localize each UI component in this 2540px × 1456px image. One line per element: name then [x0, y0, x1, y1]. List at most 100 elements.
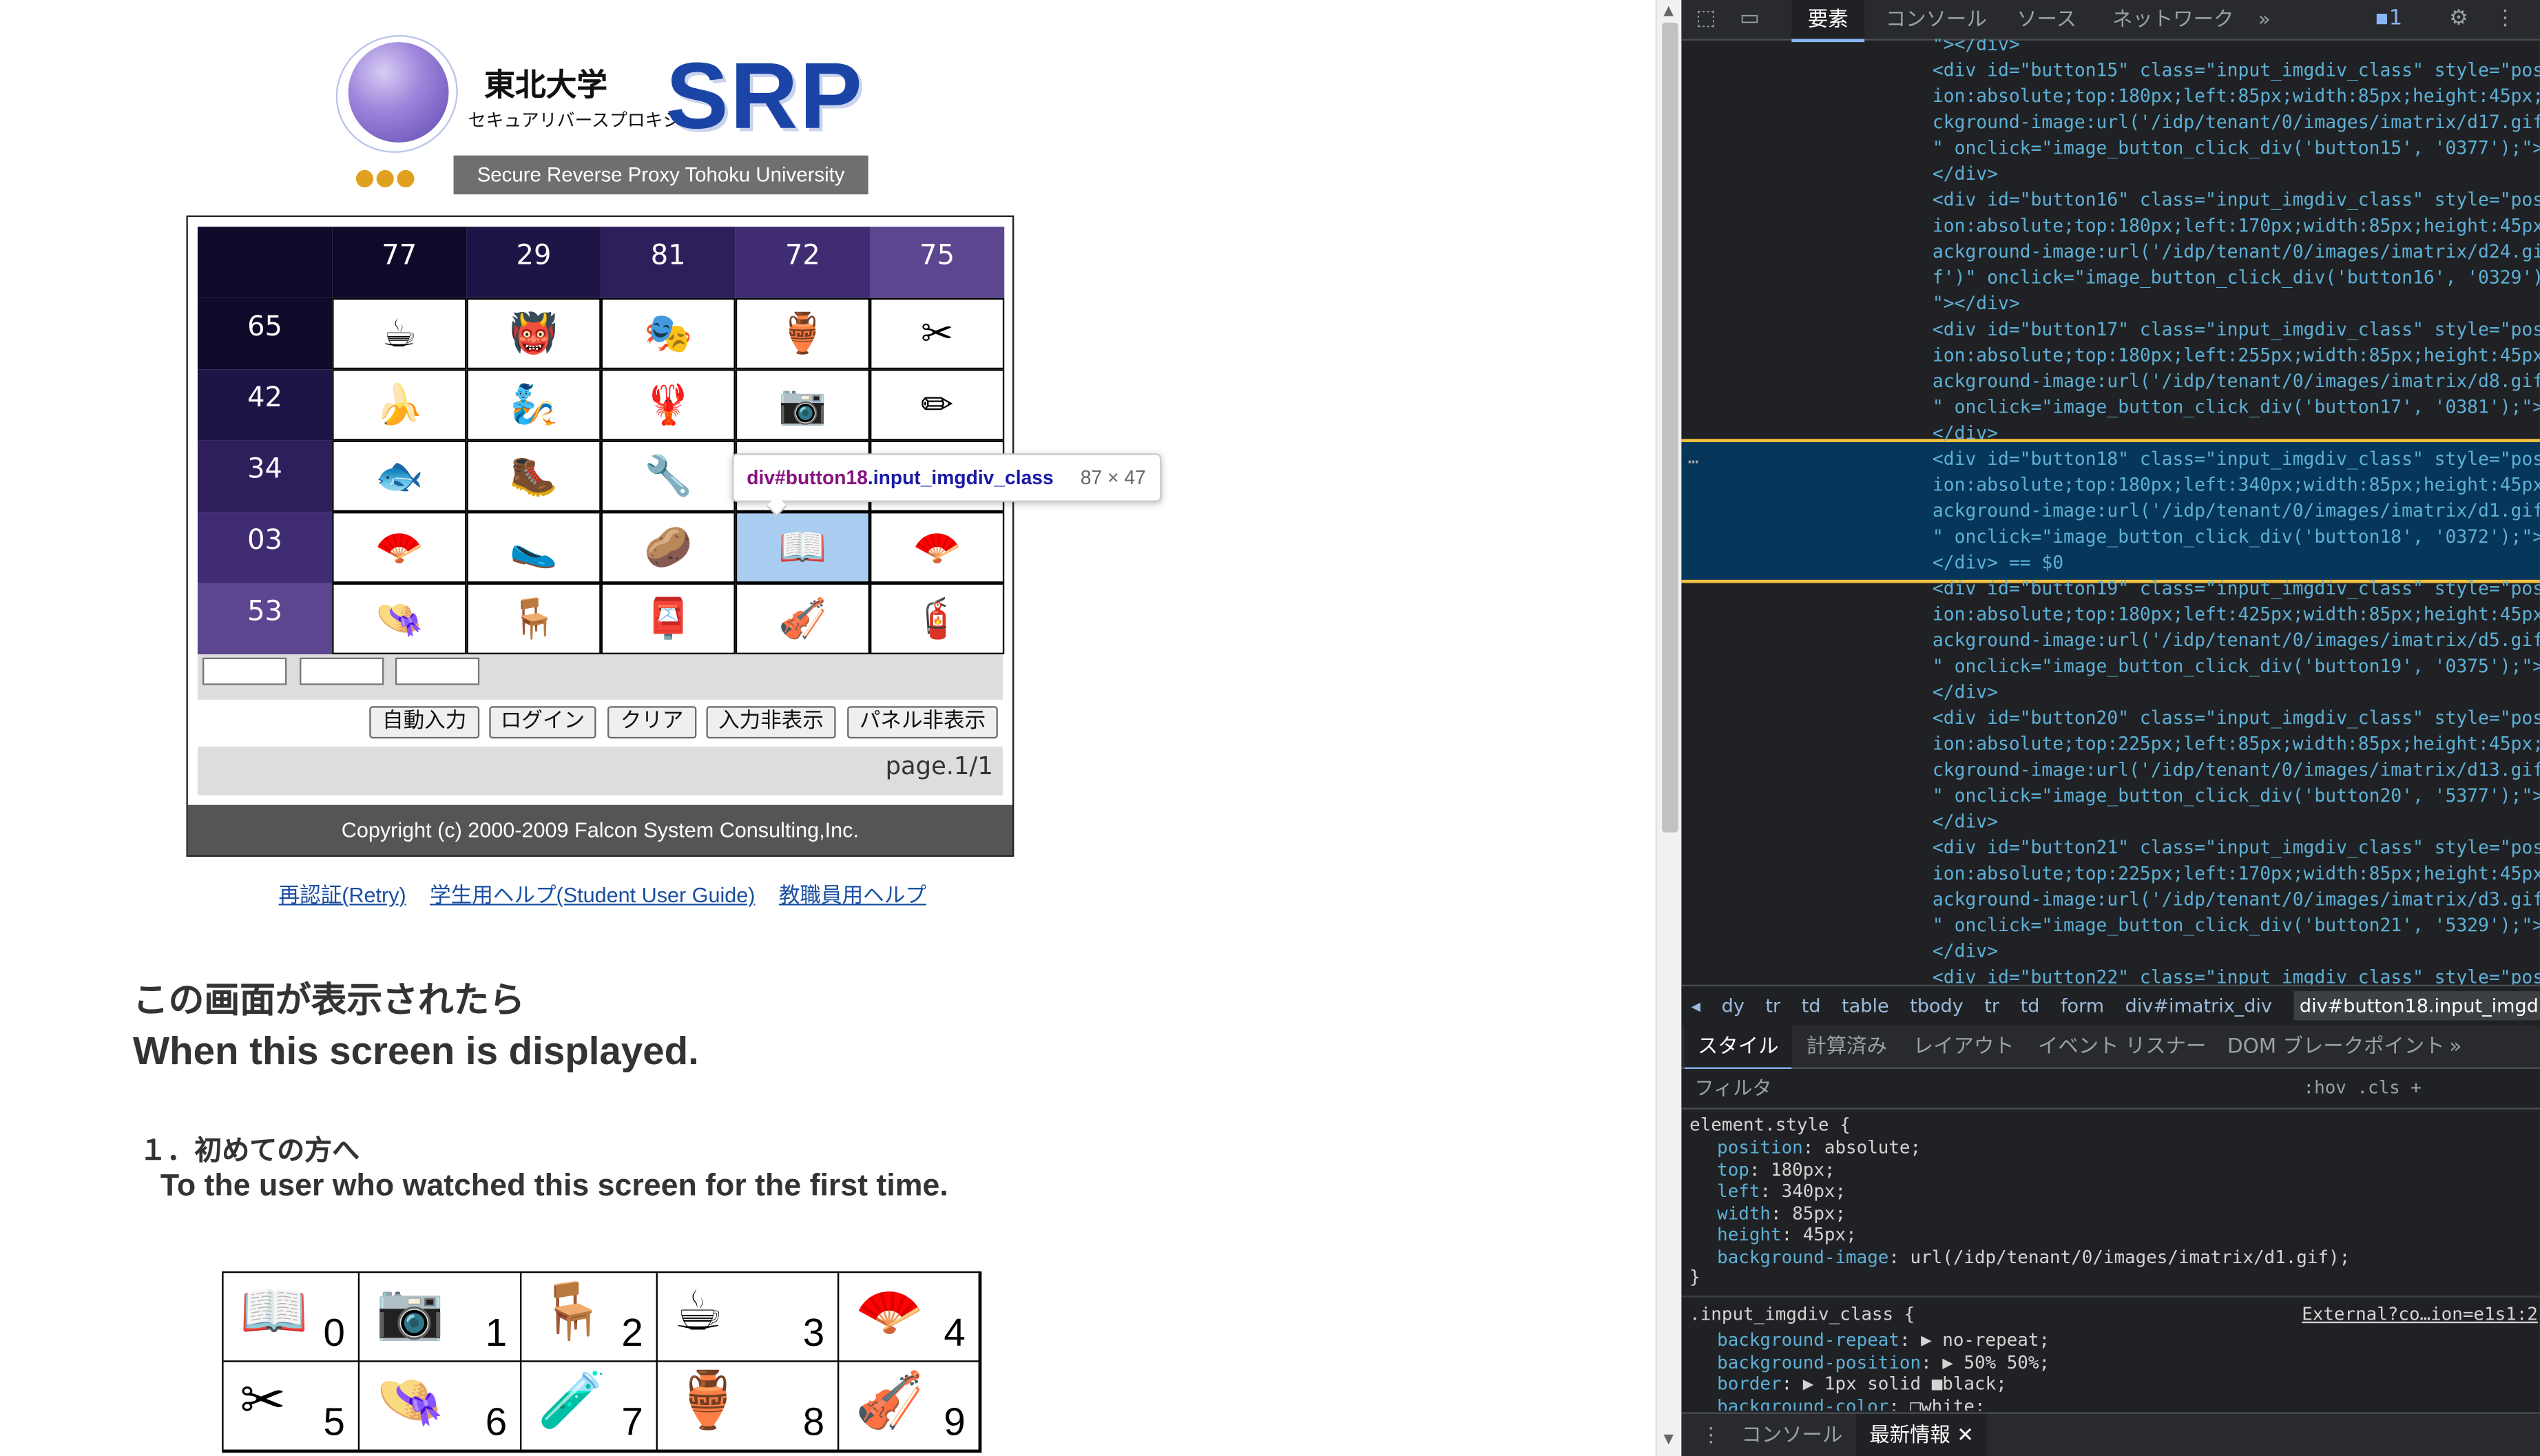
dom-line[interactable]: ion:absolute;top:180px;left:255px;width:… — [1933, 344, 2540, 370]
image-button[interactable]: 🥾 — [466, 440, 601, 512]
dom-line[interactable]: ckground-image:url('/idp/tenant/0/images… — [1933, 110, 2540, 136]
image-button[interactable]: 🎭 — [601, 298, 736, 370]
style-declaration[interactable]: border: ▶ 1px solid ■black; — [1717, 1374, 2007, 1397]
tab-dom-breakpoints[interactable]: DOM ブレークポイント — [2227, 1025, 2445, 1067]
tab-styles[interactable]: スタイル — [1685, 1025, 1792, 1071]
tab-elements[interactable]: 要素 — [1791, 0, 1865, 43]
breadcrumb-item[interactable]: tr — [1984, 995, 1999, 1017]
crumb-left-icon[interactable]: ◂ — [1691, 995, 1700, 1017]
settings-gear-icon[interactable]: ⚙ — [2449, 6, 2468, 30]
dom-line[interactable]: ackground-image:url('/idp/tenant/0/image… — [1933, 628, 2540, 654]
issues-icon[interactable]: ▪1 — [2375, 6, 2402, 30]
breadcrumb-item[interactable]: td — [2021, 995, 2040, 1017]
breadcrumb-item[interactable]: div#imatrix_div — [2125, 995, 2272, 1017]
dom-line[interactable]: </div> — [1933, 421, 1998, 447]
dom-line[interactable]: </div> — [1933, 810, 1998, 836]
dom-line[interactable]: <div id="button17" class="input_imgdiv_c… — [1933, 318, 2540, 344]
styles-filter[interactable]: フィルタ :hov .cls + — [1681, 1068, 2540, 1110]
image-button[interactable]: 🎻 — [735, 583, 871, 655]
dom-line[interactable]: <div id="button18" class="input_imgdiv_c… — [1933, 447, 2540, 473]
dom-line[interactable]: </div> — [1933, 162, 1998, 188]
dom-line[interactable]: </div> — [1933, 680, 1998, 707]
breadcrumb-item[interactable]: div#button18.input_imgdiv_class — [2293, 991, 2540, 1021]
style-declaration[interactable]: left: 340px; — [1717, 1181, 1846, 1204]
staff-help-link[interactable]: 教職員用ヘルプ — [779, 883, 926, 907]
image-button[interactable]: 🪑 — [466, 583, 601, 655]
image-button[interactable]: 👒 — [332, 583, 467, 655]
dom-line[interactable]: ion:absolute;top:180px;left:340px;width:… — [1933, 473, 2540, 499]
dom-line[interactable]: ackground-image:url('/idp/tenant/0/image… — [1933, 888, 2540, 914]
image-button[interactable]: 📷 — [735, 369, 871, 441]
dom-line[interactable]: "></div> — [1933, 39, 2020, 58]
tab-network[interactable]: ネットワーク — [2112, 0, 2234, 39]
image-button[interactable]: 🏺 — [735, 298, 871, 370]
dom-line[interactable]: ion:absolute;top:180px;left:425px;width:… — [1933, 603, 2540, 629]
dom-line[interactable]: ion:absolute;top:180px;left:170px;width:… — [1933, 214, 2540, 240]
password-input-2[interactable] — [300, 657, 384, 685]
scroll-down-icon[interactable]: ▼ — [1664, 1432, 1674, 1446]
dom-line[interactable]: <div id="button19" class="input_imgdiv_c… — [1933, 576, 2540, 603]
dom-line[interactable]: " onclick="image_button_click_div('butto… — [1933, 784, 2540, 810]
style-declaration[interactable]: background-color: □white; — [1717, 1396, 1985, 1411]
dom-line[interactable]: </div> — [1933, 939, 1998, 966]
image-button[interactable]: 🥿 — [466, 512, 601, 583]
dom-line[interactable]: ackground-image:url('/idp/tenant/0/image… — [1933, 499, 2540, 525]
dom-line[interactable]: ion:absolute;top:180px;left:85px;width:8… — [1933, 84, 2540, 110]
dom-line[interactable]: ackground-image:url('/idp/tenant/0/image… — [1933, 369, 2540, 395]
student-guide-link[interactable]: 学生用ヘルプ(Student User Guide) — [430, 883, 755, 907]
password-input-1[interactable] — [202, 657, 287, 685]
image-button[interactable]: ☕ — [332, 298, 467, 370]
image-button[interactable]: 🐟 — [332, 440, 467, 512]
tab-console[interactable]: コンソール — [1886, 0, 1987, 39]
dom-line[interactable]: " onclick="image_button_click_div('butto… — [1933, 525, 2540, 551]
image-button[interactable]: 📖 — [735, 512, 871, 583]
image-button[interactable]: 🍌 — [332, 369, 467, 441]
image-button[interactable]: 🧯 — [870, 583, 1005, 655]
retry-link[interactable]: 再認証(Retry) — [279, 883, 406, 907]
dom-line[interactable]: " onclick="image_button_click_div('butto… — [1933, 654, 2540, 680]
breadcrumb-item[interactable]: tbody — [1910, 995, 1964, 1017]
tab-event-listeners[interactable]: イベント リスナー — [2038, 1025, 2207, 1067]
tab-sources[interactable]: ソース — [2017, 0, 2076, 39]
image-button[interactable]: 🧞 — [466, 369, 601, 441]
drawer-tab-console[interactable]: コンソール — [1741, 1414, 1842, 1456]
scrollbar-thumb[interactable] — [1662, 22, 1678, 833]
dom-line[interactable]: ackground-image:url('/idp/tenant/0/image… — [1933, 240, 2540, 266]
auto-input-button[interactable]: 自動入力 — [369, 706, 480, 739]
rule-source-link[interactable]: External?co…ion=e1s1:2 — [2302, 1304, 2538, 1327]
breadcrumb-item[interactable]: dy — [1722, 995, 1745, 1017]
drawer-tab-whats-new[interactable]: 最新情報 ✕ — [1856, 1413, 1987, 1456]
filter-input[interactable]: フィルタ — [1694, 1069, 1771, 1107]
style-declaration[interactable]: top: 180px; — [1717, 1159, 1835, 1182]
drawer-menu-icon[interactable]: ⋮ — [1701, 1414, 1721, 1456]
tab-layout[interactable]: レイアウト — [1913, 1025, 2015, 1067]
dom-line[interactable]: ion:absolute;top:225px;left:85px;width:8… — [1933, 732, 2540, 758]
inspect-icon[interactable]: ⬚ — [1696, 6, 1716, 30]
dom-line[interactable]: <div id="button22" class="input_imgdiv_c… — [1933, 965, 2540, 985]
page-scrollbar[interactable]: ▲ ▼ — [1655, 0, 1683, 1456]
close-icon[interactable]: ✕ — [1957, 1422, 1974, 1446]
dom-line[interactable]: <div id="button21" class="input_imgdiv_c… — [1933, 835, 2540, 862]
filter-tools[interactable]: :hov .cls + — [2304, 1069, 2422, 1107]
style-declaration[interactable]: background-position: ▶ 50% 50%; — [1717, 1352, 2050, 1375]
dom-line[interactable]: " onclick="image_button_click_div('butto… — [1933, 395, 2540, 422]
device-toolbar-icon[interactable]: ▭ — [1740, 6, 1760, 30]
clear-button[interactable]: クリア — [607, 706, 697, 739]
dom-line[interactable]: f')" onclick="image_button_click_div('bu… — [1933, 266, 2540, 292]
scroll-up-icon[interactable]: ▲ — [1664, 3, 1674, 18]
more-style-tabs-icon[interactable]: » — [2449, 1025, 2461, 1067]
hide-input-button[interactable]: 入力非表示 — [706, 706, 836, 739]
breadcrumb-item[interactable]: td — [1802, 995, 1821, 1017]
hide-panel-button[interactable]: パネル非表示 — [847, 706, 998, 739]
breadcrumb-item[interactable]: form — [2061, 995, 2104, 1017]
node-more-icon[interactable]: … — [1688, 447, 1699, 468]
image-button[interactable]: 🦞 — [601, 369, 736, 441]
dom-line[interactable]: <div id="button15" class="input_imgdiv_c… — [1933, 59, 2540, 85]
style-declaration[interactable]: position: absolute; — [1717, 1137, 1921, 1160]
style-declaration[interactable]: background-image: url(/idp/tenant/0/imag… — [1717, 1247, 2350, 1270]
image-button[interactable]: 📮 — [601, 583, 736, 655]
dom-line[interactable]: " onclick="image_button_click_div('butto… — [1933, 913, 2540, 939]
dom-line[interactable]: <div id="button16" class="input_imgdiv_c… — [1933, 188, 2540, 214]
image-button[interactable]: ✂ — [870, 298, 1005, 370]
breadcrumb-item[interactable]: tr — [1765, 995, 1780, 1017]
